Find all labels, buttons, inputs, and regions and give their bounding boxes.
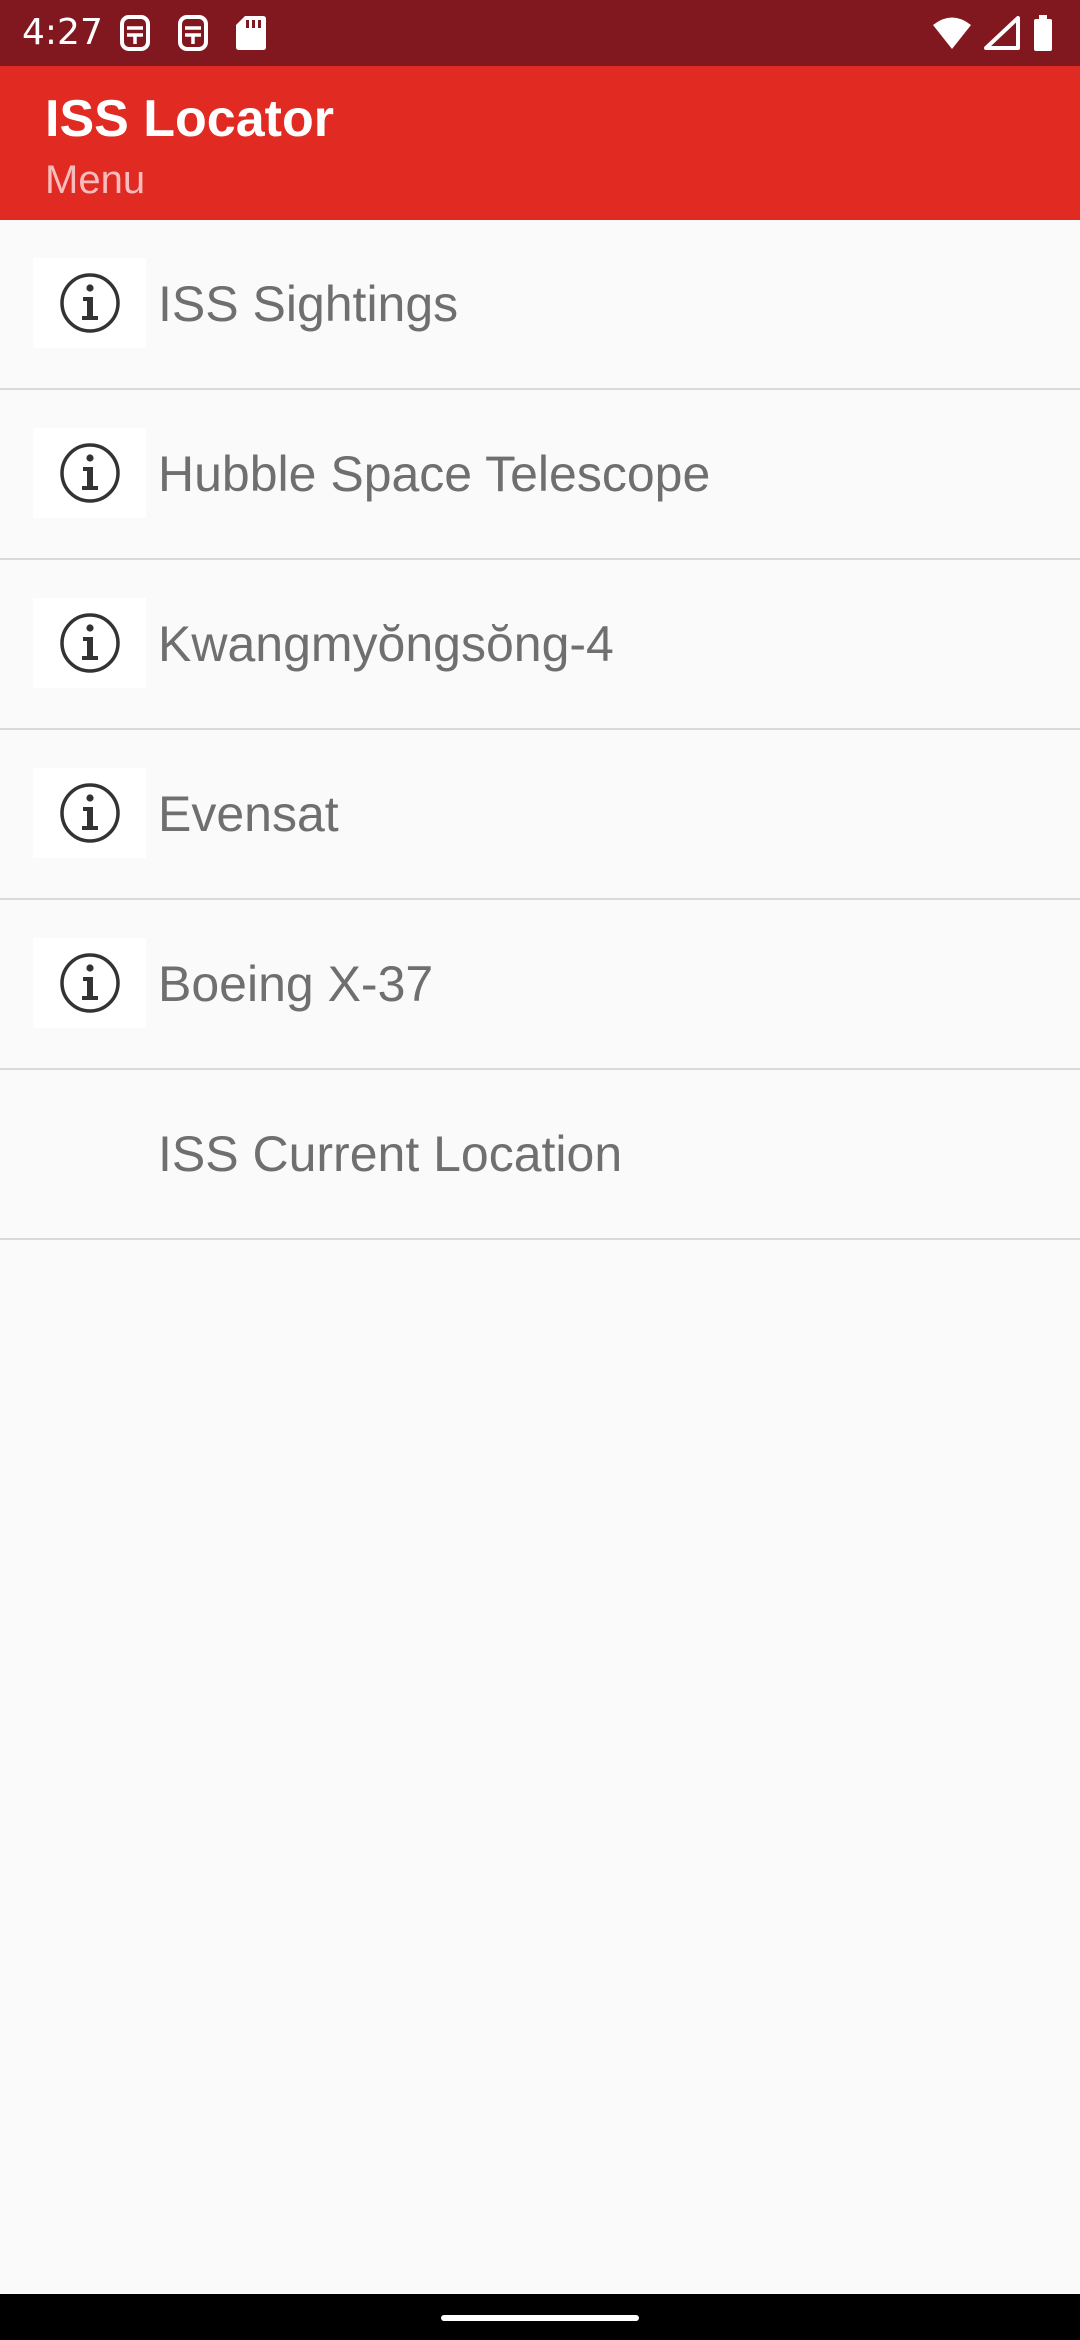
app-bar: ISS Locator Menu [0, 66, 1080, 220]
menu-item-label: ISS Current Location [158, 1126, 623, 1182]
status-time: 4:27 [22, 12, 103, 53]
menu-item-hubble-space-telescope[interactable]: Hubble Space Telescope [0, 390, 1080, 560]
info-icon [59, 783, 120, 843]
menu-item-label: Evensat [158, 786, 339, 842]
menu-item-iss-sightings[interactable]: ISS Sightings [0, 220, 1080, 390]
sim-icon [178, 15, 208, 51]
menu-item-label: Boeing X-37 [158, 956, 434, 1012]
sim-icon [120, 15, 150, 51]
status-notification-icons [118, 14, 292, 52]
info-button[interactable] [33, 768, 146, 858]
battery-icon [1034, 15, 1052, 51]
menu-item-label: ISS Sightings [158, 276, 459, 332]
menu-item-label: Kwangmyŏngsŏng-4 [158, 616, 614, 672]
menu-item-evensat[interactable]: Evensat [0, 730, 1080, 900]
info-icon [59, 443, 120, 503]
signal-icon [984, 16, 1020, 50]
screen: 4:27 ISS Locator Menu ISS Sightings Hubb… [0, 0, 1080, 2340]
status-bar: 4:27 [0, 0, 1080, 66]
app-title: ISS Locator [45, 90, 334, 148]
home-gesture-handle[interactable] [441, 2315, 639, 2321]
wifi-icon [933, 17, 971, 49]
menu-list: ISS Sightings Hubble Space Telescope Kwa… [0, 220, 1080, 1240]
status-system-icons [920, 14, 1054, 52]
menu-item-label: Hubble Space Telescope [158, 446, 711, 502]
info-button[interactable] [33, 938, 146, 1028]
info-icon [59, 953, 120, 1013]
info-button[interactable] [33, 598, 146, 688]
info-icon [59, 613, 120, 673]
info-icon [59, 273, 120, 333]
info-button[interactable] [33, 428, 146, 518]
sd-card-icon [236, 16, 266, 50]
menu-item-iss-current-location[interactable]: ISS Current Location [0, 1070, 1080, 1240]
info-button[interactable] [33, 258, 146, 348]
app-subtitle: Menu [45, 158, 146, 202]
menu-item-boeing-x-37[interactable]: Boeing X-37 [0, 900, 1080, 1070]
menu-item-kwangmyongsong-4[interactable]: Kwangmyŏngsŏng-4 [0, 560, 1080, 730]
navigation-bar [0, 2294, 1080, 2340]
